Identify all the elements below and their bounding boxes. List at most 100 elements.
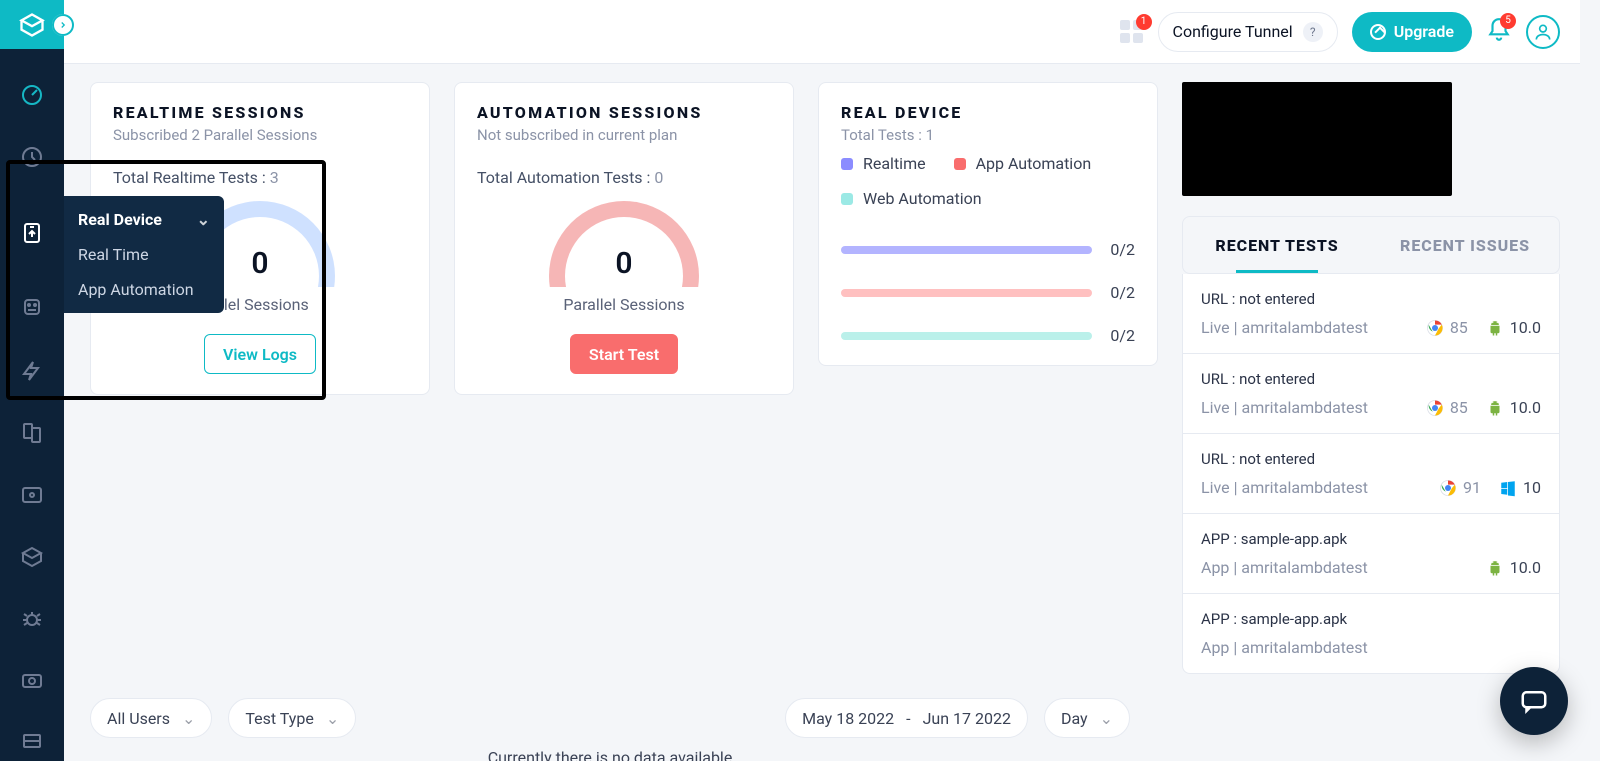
bar-fraction: 0/2: [1110, 283, 1135, 302]
brand-logo[interactable]: [0, 0, 64, 49]
flyout-title: Real Device: [78, 210, 162, 229]
chevron-down-icon: ⌄: [1100, 709, 1113, 728]
totals-label: Total Automation Tests :: [477, 168, 650, 187]
test-row[interactable]: URL : not entered Live | amritalambdates…: [1183, 434, 1559, 514]
date-range[interactable]: May 18 2022 - Jun 17 2022: [785, 698, 1028, 738]
test-title: URL : not entered: [1201, 450, 1541, 468]
tab-recent-tests[interactable]: RECENT TESTS: [1183, 217, 1371, 273]
legend: Realtime App Automation Web Automation: [841, 154, 1135, 208]
select-granularity[interactable]: Day⌄: [1044, 698, 1130, 738]
nav-hyper-execute[interactable]: [0, 291, 64, 327]
card-subtitle: Total Tests : 1: [841, 126, 1135, 144]
configure-tunnel-button[interactable]: Configure Tunnel ?: [1158, 12, 1338, 52]
tab-recent-issues[interactable]: RECENT ISSUES: [1371, 217, 1559, 273]
card-real-device: REAL DEVICE Total Tests : 1 Realtime App…: [818, 82, 1158, 366]
nav-screenshots[interactable]: [0, 663, 64, 699]
test-subtitle: App | amritalambdatest: [1201, 558, 1368, 577]
gauge-label: Parallel Sessions: [563, 295, 684, 314]
browser-chip: 91: [1439, 478, 1481, 497]
gauge-automation: 0: [549, 201, 699, 287]
nav-more[interactable]: [0, 725, 64, 761]
nav-real-device[interactable]: [0, 201, 64, 265]
select-users[interactable]: All Users⌄: [90, 698, 212, 738]
test-subtitle: Live | amritalambdatest: [1201, 398, 1368, 417]
sidebar-flyout-real-device: Real Device ⌄ Real Time App Automation: [64, 196, 224, 313]
bar-fraction: 0/2: [1110, 326, 1135, 345]
test-row[interactable]: URL : not entered Live | amritalambdates…: [1183, 354, 1559, 434]
totals-value: 0: [654, 168, 663, 187]
nav-bugs[interactable]: [0, 601, 64, 637]
filters: All Users⌄ Test Type⌄ May 18 2022 - Jun …: [90, 698, 1130, 738]
select-test-type[interactable]: Test Type⌄: [228, 698, 356, 738]
test-title: URL : not entered: [1201, 370, 1541, 388]
nav-analytics[interactable]: [0, 353, 64, 389]
card-title: REAL DEVICE: [841, 103, 1135, 122]
gauge-value: 0: [549, 246, 699, 281]
sidebar-expand-icon[interactable]: [52, 14, 74, 36]
os-chip: 10.0: [1486, 398, 1541, 417]
test-subtitle: Live | amritalambdatest: [1201, 318, 1368, 337]
flyout-item-app-automation[interactable]: App Automation: [78, 280, 210, 299]
bar-fraction: 0/2: [1110, 240, 1135, 259]
totals-value: 3: [270, 168, 279, 187]
card-subtitle: Not subscribed in current plan: [477, 126, 771, 144]
card-subtitle: Subscribed 2 Parallel Sessions: [113, 126, 407, 144]
os-chip: 10.0: [1486, 318, 1541, 337]
nav-dashboard[interactable]: [0, 77, 64, 113]
content: REALTIME SESSIONS Subscribed 2 Parallel …: [64, 64, 1580, 761]
chevron-down-icon: ⌄: [182, 709, 195, 728]
top-bar: 1 Configure Tunnel ? Upgrade 5: [64, 0, 1580, 64]
bar-web-automation: [841, 332, 1092, 340]
os-chip: 10.0: [1486, 558, 1541, 577]
nav-visual[interactable]: [0, 477, 64, 513]
upgrade-button[interactable]: Upgrade: [1352, 12, 1472, 52]
tabs: RECENT TESTS RECENT ISSUES: [1182, 216, 1560, 274]
nav-automation[interactable]: [0, 139, 64, 175]
notifications-button[interactable]: 5: [1486, 17, 1512, 47]
test-row[interactable]: URL : not entered Live | amritalambdates…: [1183, 274, 1559, 354]
chat-button[interactable]: [1500, 667, 1568, 735]
recent-tests-list: URL : not entered Live | amritalambdates…: [1182, 274, 1560, 674]
legend-swatch-app-automation: [954, 158, 966, 170]
gauge-label: allel Sessions: [211, 295, 308, 314]
test-row[interactable]: APP : sample-app.apk App | amritalambdat…: [1183, 594, 1559, 673]
apps-icon[interactable]: 1: [1120, 20, 1144, 44]
nav-logs[interactable]: [0, 415, 64, 451]
test-subtitle: App | amritalambdatest: [1201, 638, 1368, 657]
configure-tunnel-label: Configure Tunnel: [1173, 22, 1293, 41]
test-subtitle: Live | amritalambdatest: [1201, 478, 1368, 497]
sidebar-nav: [0, 49, 64, 761]
view-logs-button[interactable]: View Logs: [204, 334, 316, 374]
chevron-down-icon[interactable]: ⌄: [197, 210, 210, 229]
upgrade-icon: [1370, 24, 1386, 40]
right-column: RECENT TESTS RECENT ISSUES URL : not ent…: [1182, 82, 1560, 674]
flyout-item-real-time[interactable]: Real Time: [78, 245, 210, 264]
os-chip: 10: [1499, 478, 1541, 497]
chevron-down-icon: ⌄: [326, 709, 339, 728]
test-title: APP : sample-app.apk: [1201, 530, 1541, 548]
notifications-badge: 5: [1500, 13, 1516, 29]
profile-button[interactable]: [1526, 15, 1560, 49]
card-automation-sessions: AUTOMATION SESSIONS Not subscribed in cu…: [454, 82, 794, 395]
apps-badge: 1: [1136, 14, 1152, 30]
legend-swatch-web-automation: [841, 193, 853, 205]
bar-app-automation: [841, 289, 1092, 297]
browser-chip: 85: [1426, 318, 1468, 337]
promo-banner: [1182, 82, 1452, 196]
bar-realtime: [841, 246, 1092, 254]
nav-integrations[interactable]: [0, 539, 64, 575]
card-title: AUTOMATION SESSIONS: [477, 103, 771, 122]
browser-chip: 85: [1426, 398, 1468, 417]
test-row[interactable]: APP : sample-app.apk App | amritalambdat…: [1183, 514, 1559, 594]
chart-title: Currently there is no data available: [90, 748, 1130, 761]
chart: Currently there is no data available 20 …: [90, 748, 1130, 761]
card-title: REALTIME SESSIONS: [113, 103, 407, 122]
start-test-button[interactable]: Start Test: [570, 334, 678, 374]
sidebar: [0, 0, 64, 761]
totals-label: Total Realtime Tests :: [113, 168, 266, 187]
test-title: APP : sample-app.apk: [1201, 610, 1541, 628]
test-title: URL : not entered: [1201, 290, 1541, 308]
legend-swatch-realtime: [841, 158, 853, 170]
upgrade-label: Upgrade: [1394, 22, 1454, 41]
help-icon[interactable]: ?: [1303, 22, 1323, 42]
